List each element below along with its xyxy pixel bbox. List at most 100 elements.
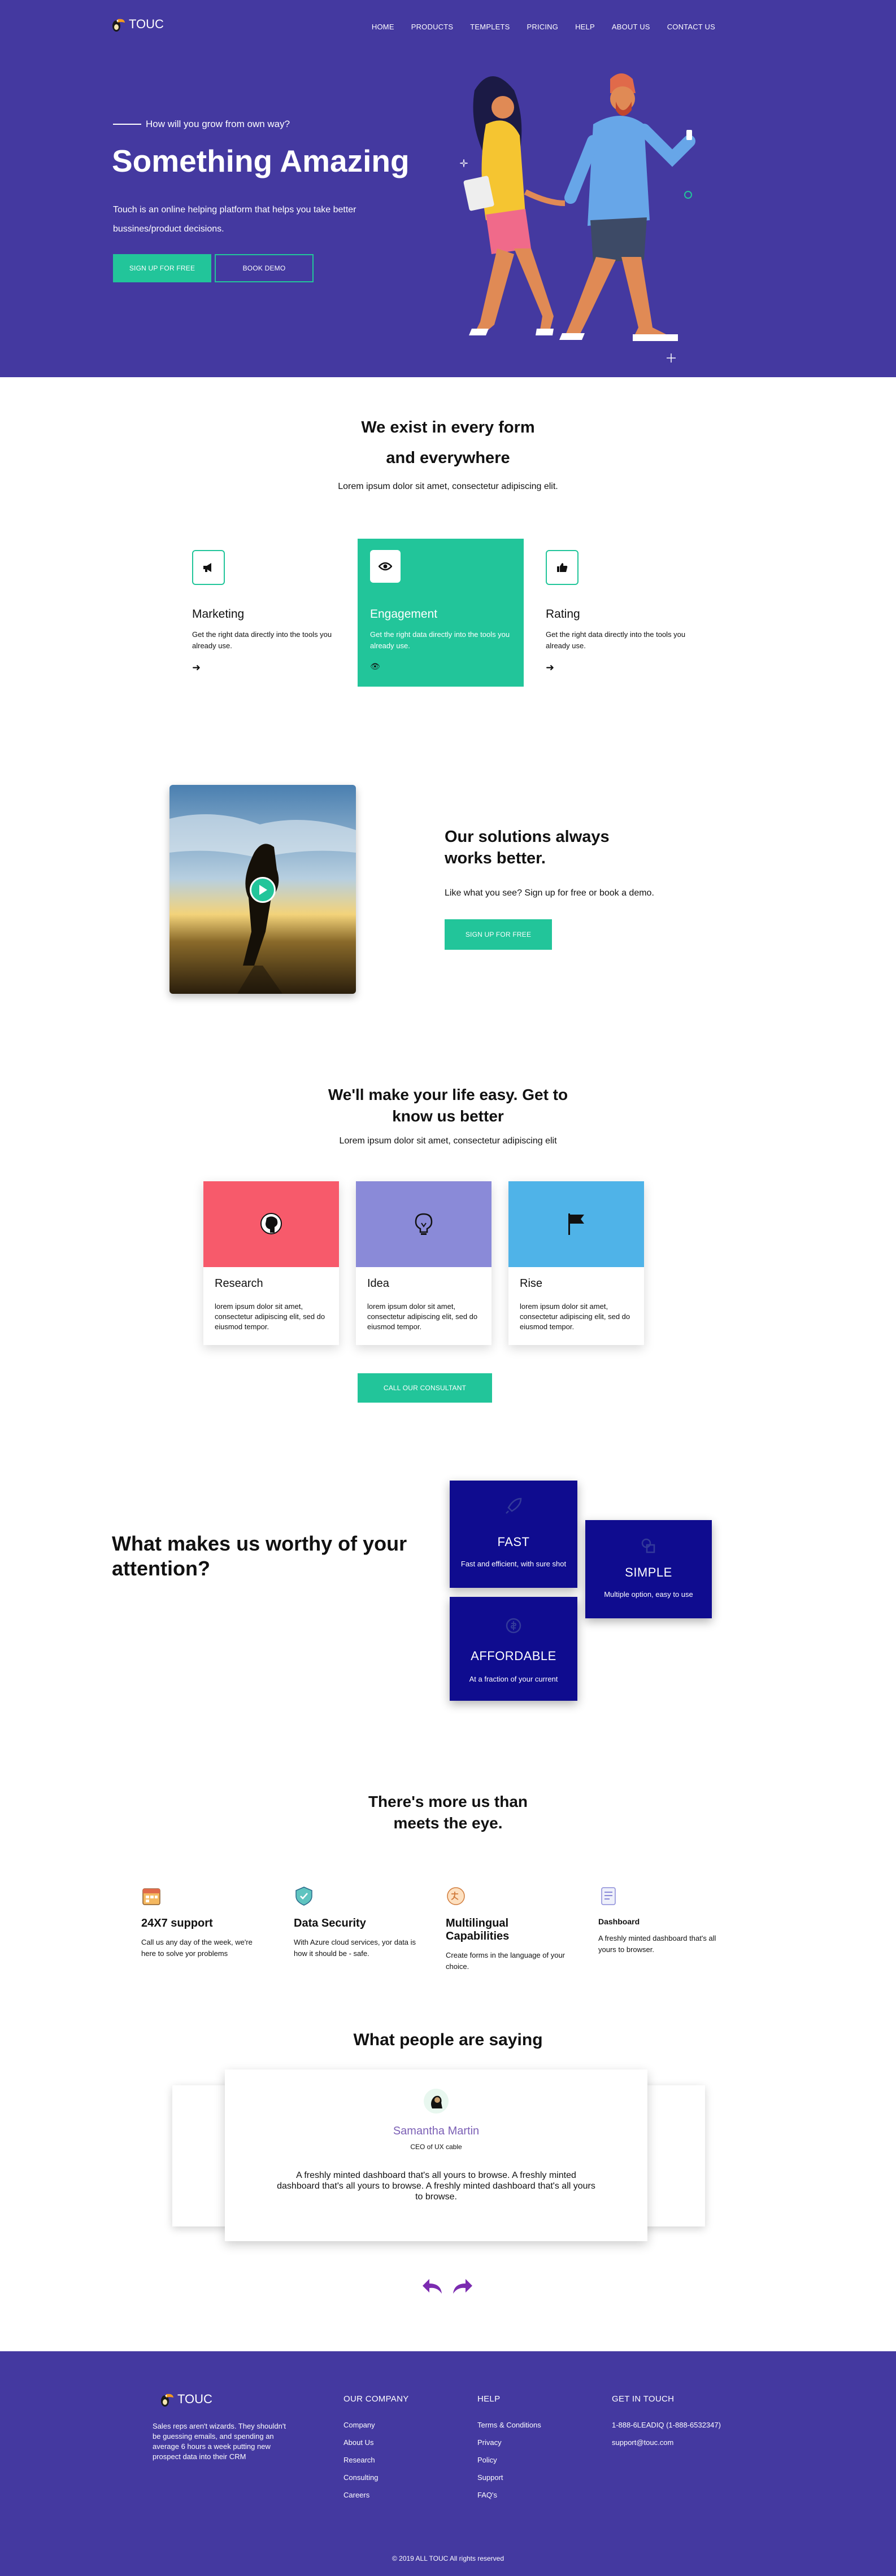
- arrow-right-icon[interactable]: ➜: [546, 662, 554, 674]
- nav-about-us[interactable]: ABOUT US: [612, 23, 650, 31]
- feature-title: Data Security: [294, 1917, 366, 1929]
- card-title: Idea: [367, 1277, 389, 1290]
- card-desc: lorem ipsum dolor sit amet, consectetur …: [215, 1302, 325, 1331]
- brand-logo[interactable]: TOUC: [111, 16, 164, 33]
- card-title: Research: [215, 1277, 263, 1290]
- testimonial-name: Samantha Martin: [393, 2125, 480, 2137]
- lightbulb-icon: [356, 1181, 492, 1267]
- footer-link-terms[interactable]: Terms & Conditions: [477, 2421, 541, 2429]
- exist-subtitle: Lorem ipsum dolor sit amet, consectetur …: [338, 482, 558, 491]
- eye-small-icon[interactable]: 👁: [370, 662, 380, 671]
- plus-sparkle-icon: [667, 353, 676, 363]
- card-title: FAST: [497, 1535, 530, 1549]
- nav-pricing[interactable]: PRICING: [527, 23, 559, 31]
- footer-about: Sales reps aren't wizards. They shouldn'…: [153, 2422, 286, 2461]
- testimonial-card-next[interactable]: [638, 2085, 705, 2226]
- signup-button[interactable]: SIGN UP FOR FREE: [113, 254, 211, 282]
- info-card-idea[interactable]: Idea lorem ipsum dolor sit amet, consect…: [356, 1181, 492, 1345]
- shield-icon: [295, 1887, 312, 1906]
- footer-company-title: OUR COMPANY: [343, 2394, 409, 2404]
- megaphone-icon: [192, 550, 225, 585]
- footer-help: HELP Terms & Conditions Privacy Policy S…: [477, 2394, 541, 2508]
- brand-name: TOUC: [129, 17, 164, 31]
- feature-title: Engagement: [370, 608, 438, 621]
- shapes-icon: [641, 1538, 655, 1553]
- card-desc: At a fraction of your current: [469, 1675, 558, 1683]
- arrow-right-icon[interactable]: ➜: [192, 662, 201, 674]
- nav-products[interactable]: PRODUCTS: [411, 23, 454, 31]
- feature-card-marketing[interactable]: Marketing Get the right data directly in…: [192, 550, 359, 696]
- footer-link-company[interactable]: Company: [343, 2421, 409, 2429]
- feature-dashboard: Dashboard A freshly minted dashboard tha…: [598, 1886, 728, 1955]
- calendar-icon: [142, 1888, 160, 1905]
- thumbs-up-icon: [546, 550, 579, 585]
- footer-link-support[interactable]: Support: [477, 2473, 541, 2482]
- language-icon: [447, 1887, 465, 1905]
- footer-brand-name: TOUC: [177, 2392, 212, 2406]
- footer-link-about[interactable]: About Us: [343, 2438, 409, 2447]
- feature-desc: Get the right data directly into the too…: [546, 630, 686, 650]
- footer-link-careers[interactable]: Careers: [343, 2491, 409, 2499]
- solutions-desc: Like what you see? Sign up for free or b…: [445, 888, 654, 898]
- footer-contact-title: GET IN TOUCH: [612, 2394, 675, 2404]
- footer-link-faqs[interactable]: FAQ's: [477, 2491, 541, 2499]
- feature-multilingual: Multilingual Capabilities Create forms i…: [446, 1886, 570, 1972]
- couple-walking-illustration: [463, 73, 695, 341]
- nav-home[interactable]: HOME: [372, 23, 394, 31]
- arrow-prev-icon[interactable]: [421, 2277, 444, 2297]
- book-demo-button[interactable]: BOOK DEMO: [215, 254, 314, 282]
- info-card-rise[interactable]: Rise lorem ipsum dolor sit amet, consect…: [508, 1181, 644, 1345]
- footer-help-title: HELP: [477, 2394, 501, 2404]
- eye-icon: [370, 550, 401, 583]
- feature-desc: Get the right data directly into the too…: [370, 630, 510, 650]
- nav-contact-us[interactable]: CONTACT US: [667, 23, 715, 31]
- feature-desc: A freshly minted dashboard that's all yo…: [598, 1934, 716, 1954]
- flag-icon: [508, 1181, 644, 1267]
- feature-card-engagement[interactable]: Engagement Get the right data directly i…: [358, 539, 524, 687]
- call-consultant-button[interactable]: CALL OUR CONSULTANT: [358, 1373, 492, 1403]
- footer-link-consulting[interactable]: Consulting: [343, 2473, 409, 2482]
- feature-card-rating[interactable]: Rating Get the right data directly into …: [546, 550, 712, 696]
- feature-support: 24X7 support Call us any day of the week…: [141, 1886, 266, 1959]
- footer-email[interactable]: support@touc.com: [612, 2438, 721, 2447]
- nav-templets[interactable]: TEMPLETS: [470, 23, 510, 31]
- dashboard-icon: [601, 1887, 616, 1905]
- footer-phone[interactable]: 1-888-6LEADIQ (1-888-6532347): [612, 2421, 721, 2429]
- exist-title: We exist in every form and everywhere: [361, 418, 535, 467]
- avatar: [424, 2089, 449, 2114]
- nav-help[interactable]: HELP: [575, 23, 595, 31]
- feature-title: Rating: [546, 608, 580, 621]
- more-title: There's more us than meets the eye.: [368, 1793, 528, 1832]
- footer-link-privacy[interactable]: Privacy: [477, 2438, 541, 2447]
- easy-subtitle: Lorem ipsum dolor sit amet, consectetur …: [339, 1136, 557, 1146]
- ring-icon: [684, 191, 692, 199]
- testimonials-title: What people are saying: [353, 2031, 543, 2049]
- footer-copyright: © 2019 ALL TOUC All rights reserved: [392, 2555, 504, 2562]
- testimonial-role: CEO of UX cable: [410, 2143, 462, 2151]
- worthy-card-fast[interactable]: FAST Fast and efficient, with sure shot: [450, 1481, 577, 1588]
- card-title: AFFORDABLE: [471, 1649, 556, 1663]
- info-card-research[interactable]: Research lorem ipsum dolor sit amet, con…: [203, 1181, 339, 1345]
- footer: TOUC Sales reps aren't wizards. They sho…: [0, 2351, 896, 2576]
- footer-link-research[interactable]: Research: [343, 2456, 409, 2464]
- card-desc: Fast and efficient, with sure shot: [460, 1560, 567, 1568]
- worthy-card-simple[interactable]: SIMPLE Multiple option, easy to use: [585, 1520, 712, 1618]
- footer-logo[interactable]: TOUC: [159, 2391, 212, 2408]
- card-desc: Multiple option, easy to use: [604, 1590, 693, 1599]
- arrow-next-icon[interactable]: [451, 2277, 473, 2297]
- rocket-icon: [506, 1497, 522, 1514]
- video-thumbnail[interactable]: [169, 785, 356, 994]
- feature-desc: Get the right data directly into the too…: [192, 630, 332, 650]
- card-title: Rise: [520, 1277, 543, 1290]
- testimonial-quote: A freshly minted dashboard that's all yo…: [277, 2171, 595, 2202]
- footer-link-policy[interactable]: Policy: [477, 2456, 541, 2464]
- toucan-logo-icon: [161, 2394, 173, 2407]
- worthy-card-affordable[interactable]: AFFORDABLE At a fraction of your current: [450, 1597, 577, 1701]
- worthy-title: What makes us worthy of your attention?: [112, 1532, 407, 1580]
- testimonial-card: Samantha Martin CEO of UX cable A freshl…: [225, 2069, 647, 2241]
- easy-title: We'll make your life easy. Get to know us…: [328, 1086, 568, 1125]
- head-icon: [203, 1181, 339, 1267]
- main-nav: HOME PRODUCTS TEMPLETS PRICING HELP ABOU…: [355, 23, 715, 31]
- play-icon[interactable]: [250, 877, 276, 903]
- solutions-signup-button[interactable]: SIGN UP FOR FREE: [445, 919, 552, 950]
